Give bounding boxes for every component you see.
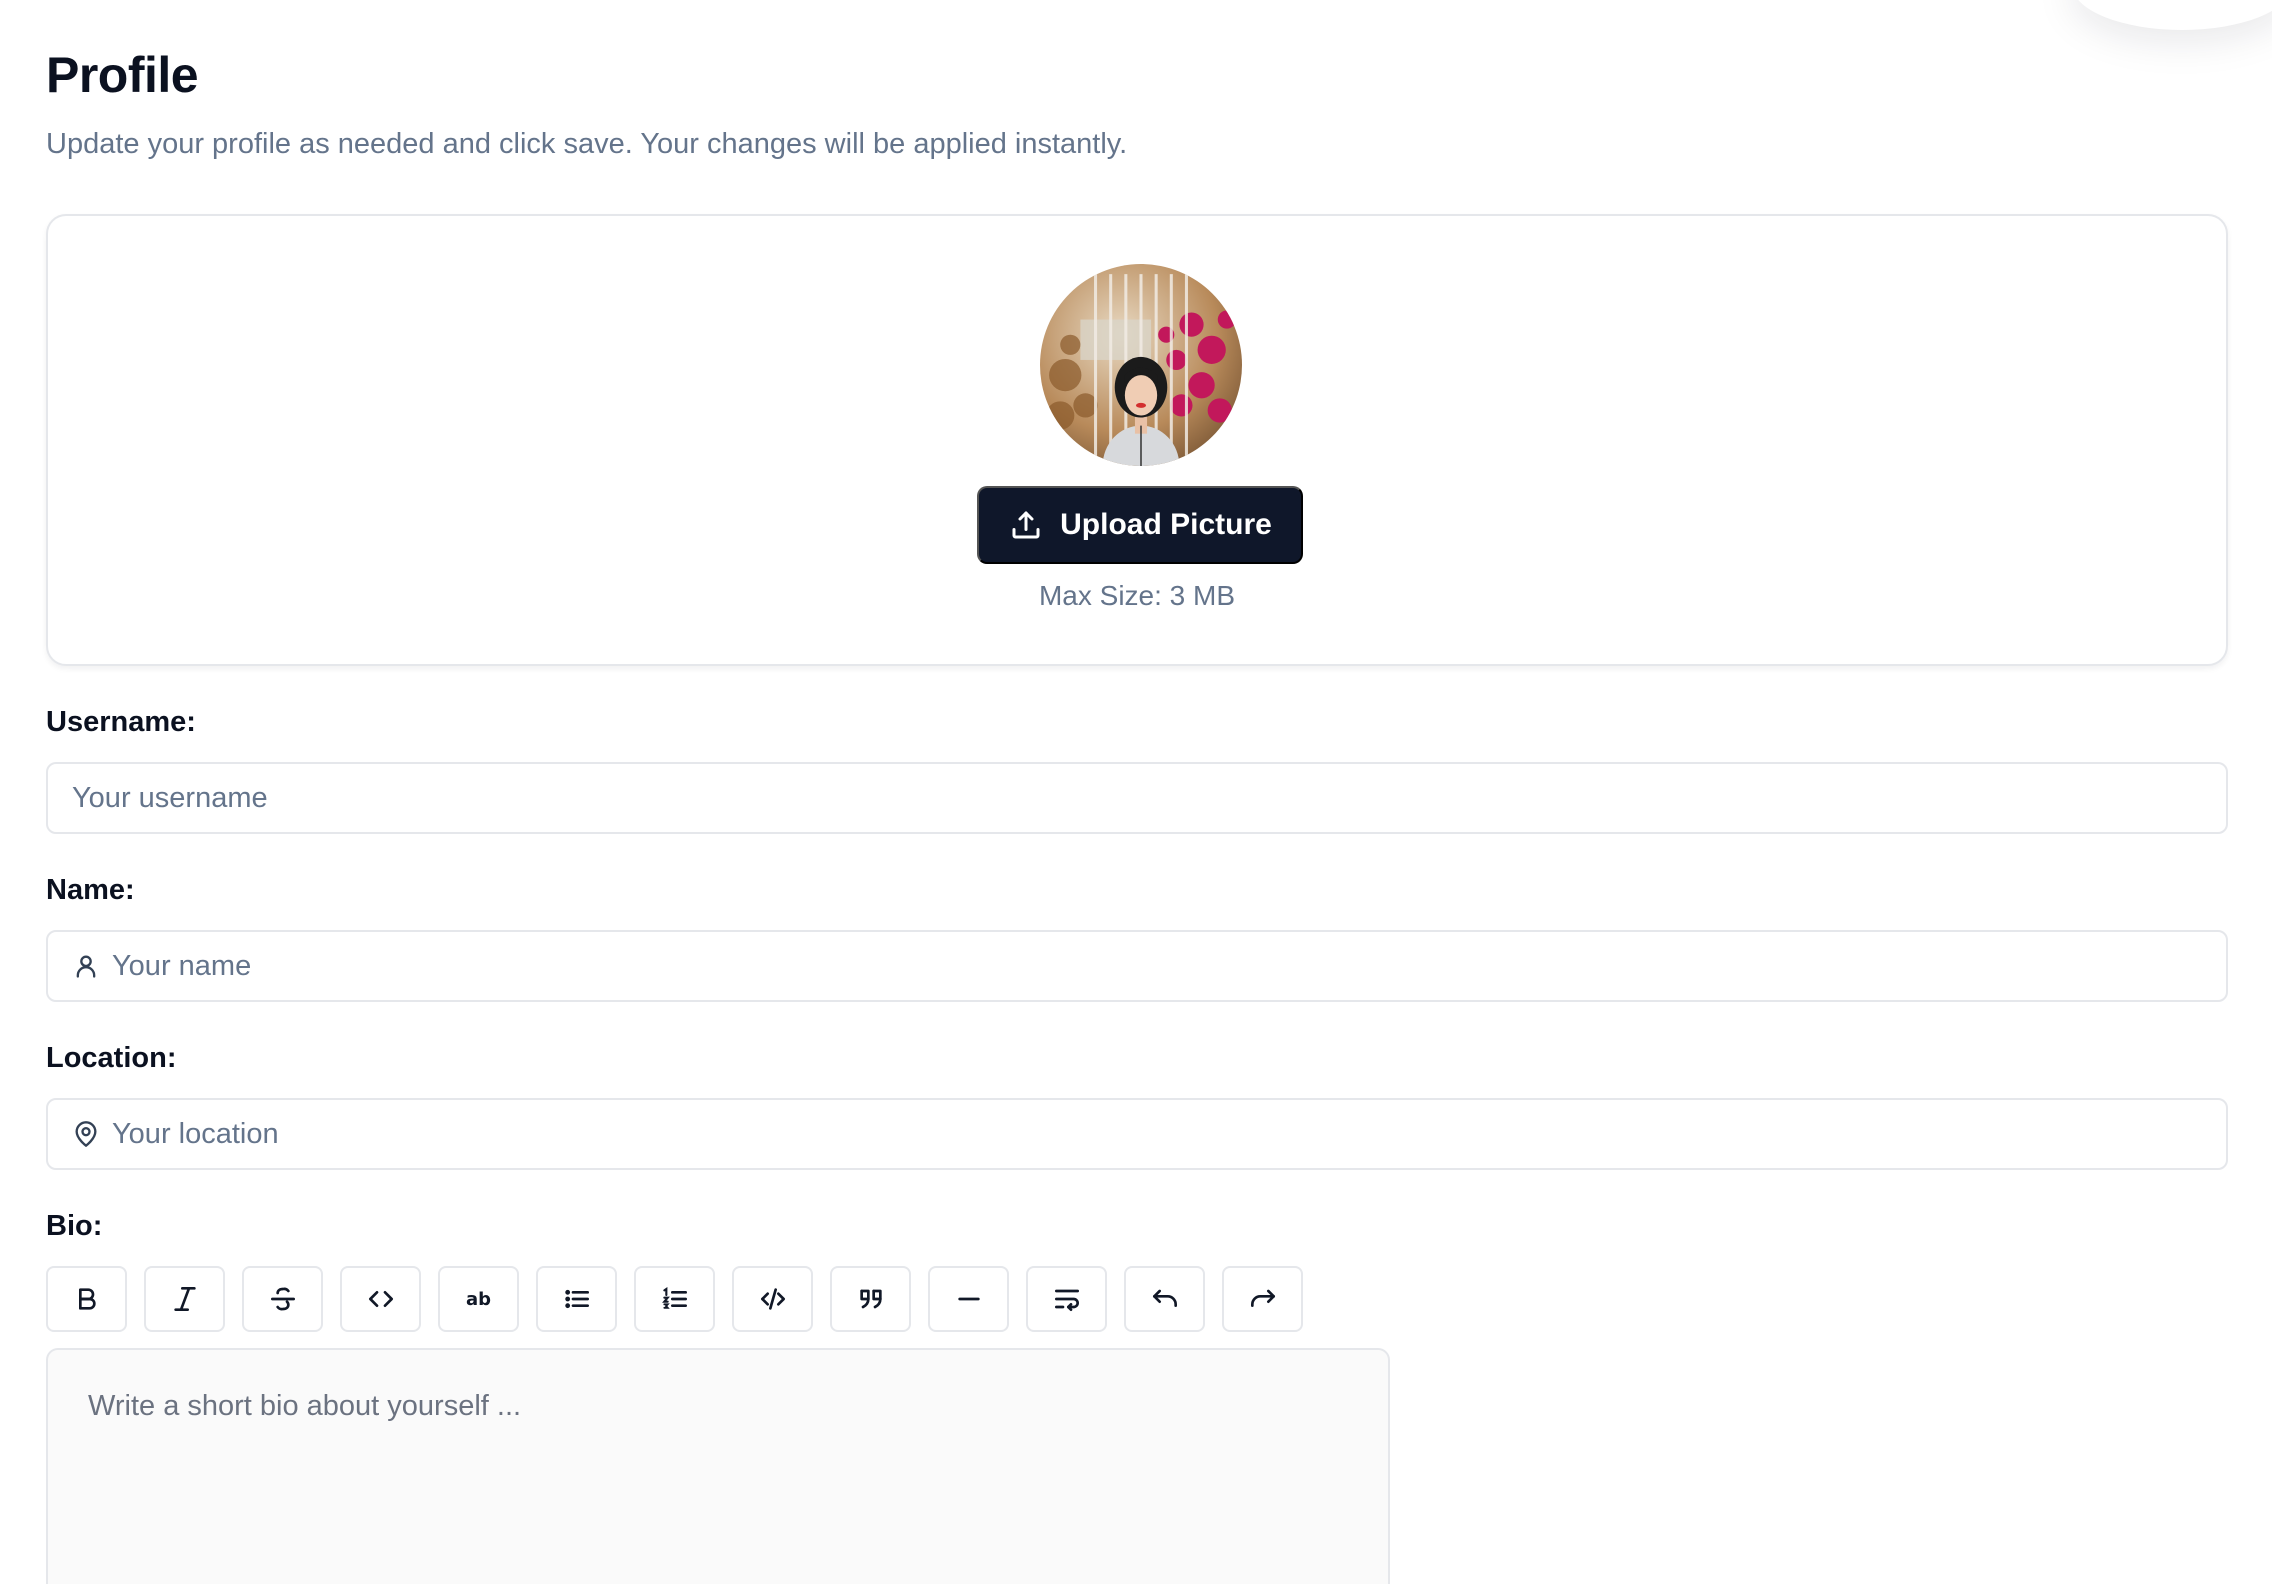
code-button[interactable] [340, 1266, 421, 1332]
redo-button[interactable] [1222, 1266, 1303, 1332]
strikethrough-button[interactable] [242, 1266, 323, 1332]
ordered-list-button[interactable] [634, 1266, 715, 1332]
code-block-button[interactable] [732, 1266, 813, 1332]
code-block-icon [760, 1288, 785, 1310]
max-size-hint: Max Size: 3 MB [1038, 580, 1236, 611]
bio-toolbar: ab [46, 1266, 1303, 1332]
blockquote-icon [859, 1289, 882, 1309]
bold-button[interactable] [46, 1266, 127, 1332]
clear-format-button[interactable]: ab [438, 1266, 519, 1332]
profile-page: Profile Update your profile as needed an… [0, 0, 2272, 1584]
code-icon [368, 1291, 393, 1307]
hard-break-icon [1054, 1289, 1079, 1311]
corner-overlay [2072, 0, 2272, 30]
bio-editor[interactable] [46, 1348, 1390, 1584]
hard-break-button[interactable] [1026, 1266, 1107, 1332]
avatar-card: Upload Picture Max Size: 3 MB [46, 214, 2228, 666]
ordered-list-icon [661, 1287, 687, 1309]
redo-icon [1250, 1289, 1275, 1307]
bio-label: Bio: [46, 1210, 103, 1242]
clear-format-icon: ab [465, 1288, 492, 1310]
strikethrough-icon [270, 1287, 295, 1311]
name-label: Name: [46, 874, 135, 906]
location-label: Location: [46, 1042, 177, 1074]
avatar [1040, 264, 1242, 466]
username-input[interactable] [72, 781, 2226, 815]
map-pin-icon [75, 1121, 97, 1147]
upload-picture-button[interactable]: Upload Picture [977, 486, 1303, 564]
name-field[interactable] [46, 930, 2228, 1002]
upload-picture-label: Upload Picture [1060, 508, 1272, 541]
horizontal-rule-icon [957, 1297, 980, 1301]
undo-button[interactable] [1124, 1266, 1205, 1332]
page-title: Profile [46, 47, 199, 103]
username-label: Username: [46, 706, 196, 738]
bold-icon [78, 1288, 96, 1310]
bullet-list-button[interactable] [536, 1266, 617, 1332]
upload-icon [1012, 511, 1040, 539]
blockquote-button[interactable] [830, 1266, 911, 1332]
horizontal-rule-button[interactable] [928, 1266, 1009, 1332]
bio-textarea[interactable] [88, 1390, 1348, 1584]
location-field[interactable] [46, 1098, 2228, 1170]
avatar-photo [1040, 264, 1242, 466]
location-input[interactable] [112, 1117, 2226, 1151]
username-field[interactable] [46, 762, 2228, 834]
italic-icon [173, 1287, 196, 1311]
italic-button[interactable] [144, 1266, 225, 1332]
bullet-list-icon [564, 1289, 589, 1309]
user-icon [76, 955, 96, 978]
page-subtitle: Update your profile as needed and click … [46, 128, 1128, 160]
undo-icon [1152, 1289, 1177, 1307]
name-input[interactable] [112, 949, 2226, 983]
